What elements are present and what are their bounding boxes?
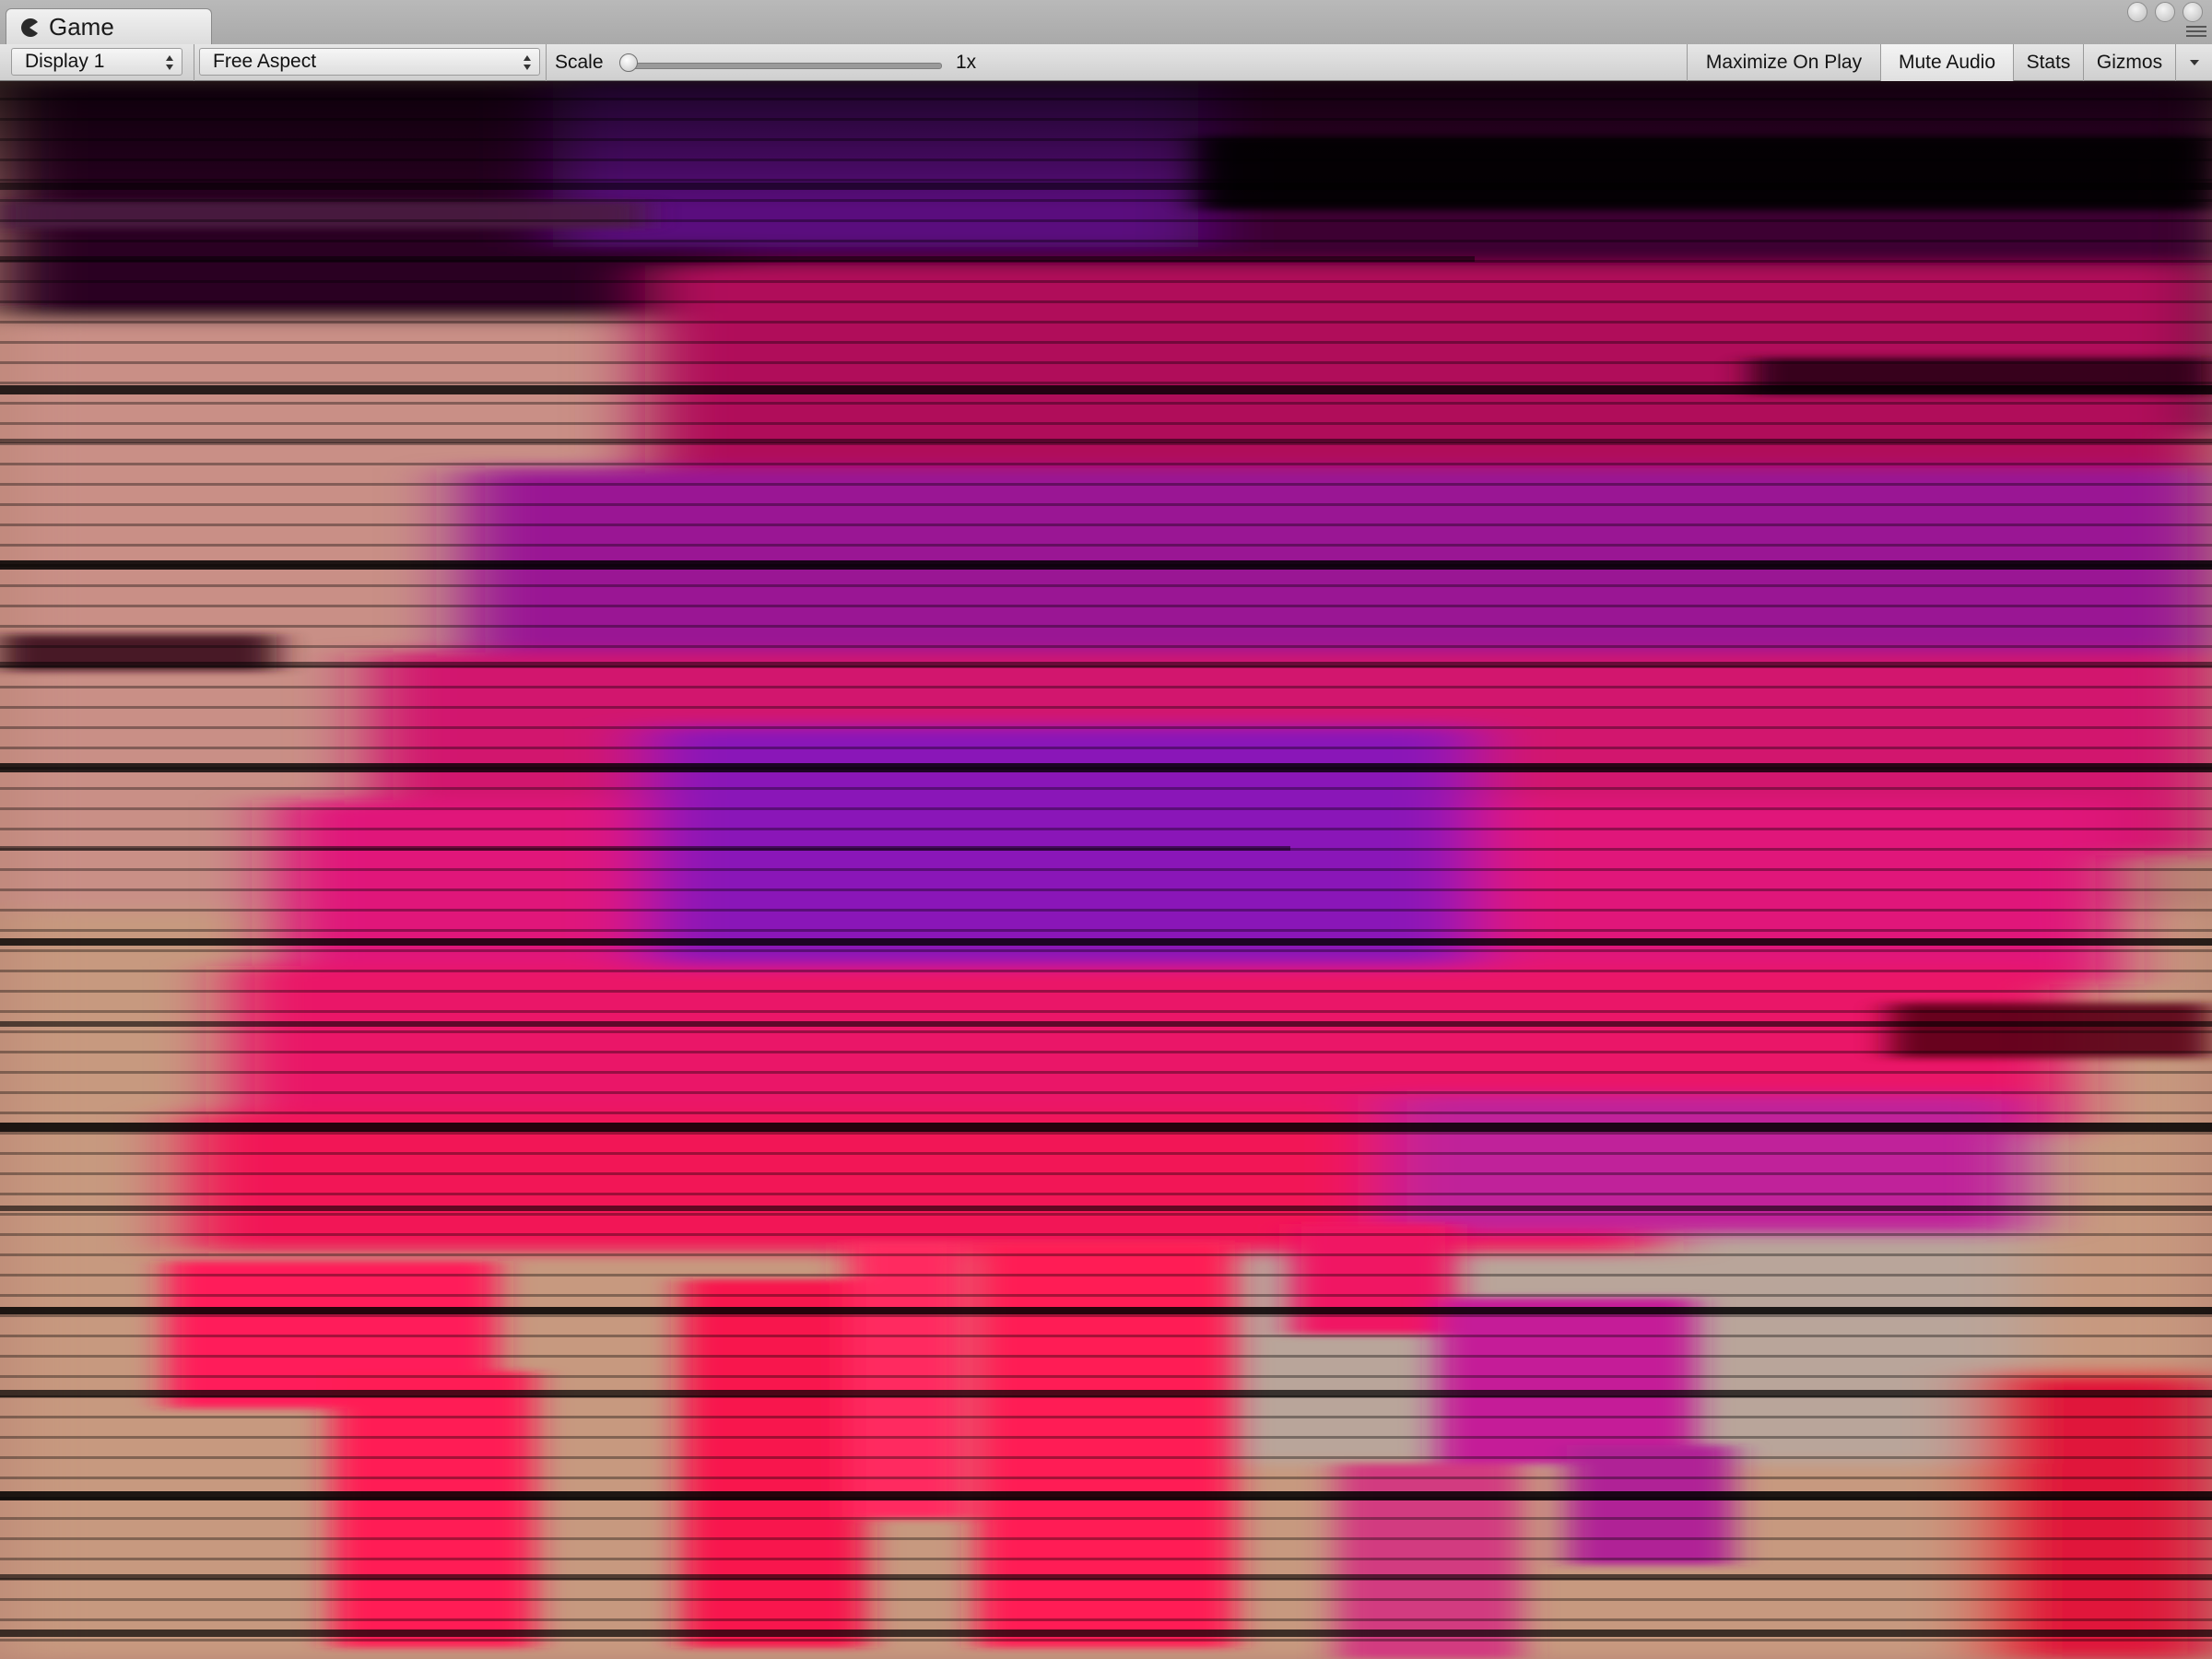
mute-audio-button[interactable]: Mute Audio — [1880, 44, 2013, 81]
window-button-icon[interactable] — [2155, 2, 2175, 22]
tab-label: Game — [49, 13, 114, 41]
toolbar-separator — [546, 44, 547, 81]
aspect-dropdown-value: Free Aspect — [213, 51, 317, 72]
game-toolbar: Display 1 Free Aspect Scale 1x Maximize … — [0, 44, 2212, 81]
display-dropdown[interactable]: Display 1 — [11, 48, 182, 76]
gizmos-dropdown-icon[interactable] — [2175, 44, 2212, 81]
window-button-icon[interactable] — [2127, 2, 2147, 22]
game-viewport[interactable] — [0, 81, 2212, 1659]
updown-arrow-icon — [523, 54, 532, 71]
tab-menu-icon[interactable] — [2186, 26, 2206, 41]
scale-label: Scale — [555, 52, 604, 73]
display-dropdown-value: Display 1 — [25, 51, 105, 72]
scale-slider[interactable] — [623, 63, 942, 69]
tab-strip: Game — [0, 0, 2212, 45]
stats-button[interactable]: Stats — [2013, 44, 2083, 81]
scale-slider-thumb[interactable] — [619, 53, 638, 72]
game-window: Game Display 1 Free Aspect Scale 1x Maxi… — [0, 0, 2212, 1659]
maximize-on-play-button[interactable]: Maximize On Play — [1687, 44, 1880, 81]
tab-game[interactable]: Game — [6, 8, 212, 45]
window-button-icon[interactable] — [2183, 2, 2203, 22]
updown-arrow-icon — [165, 54, 174, 71]
gizmos-button[interactable]: Gizmos — [2083, 44, 2175, 81]
aspect-dropdown[interactable]: Free Aspect — [199, 48, 540, 76]
game-render — [0, 81, 2212, 1659]
scale-value: 1x — [956, 52, 977, 73]
pacman-icon — [19, 18, 40, 38]
window-controls — [2127, 2, 2203, 22]
